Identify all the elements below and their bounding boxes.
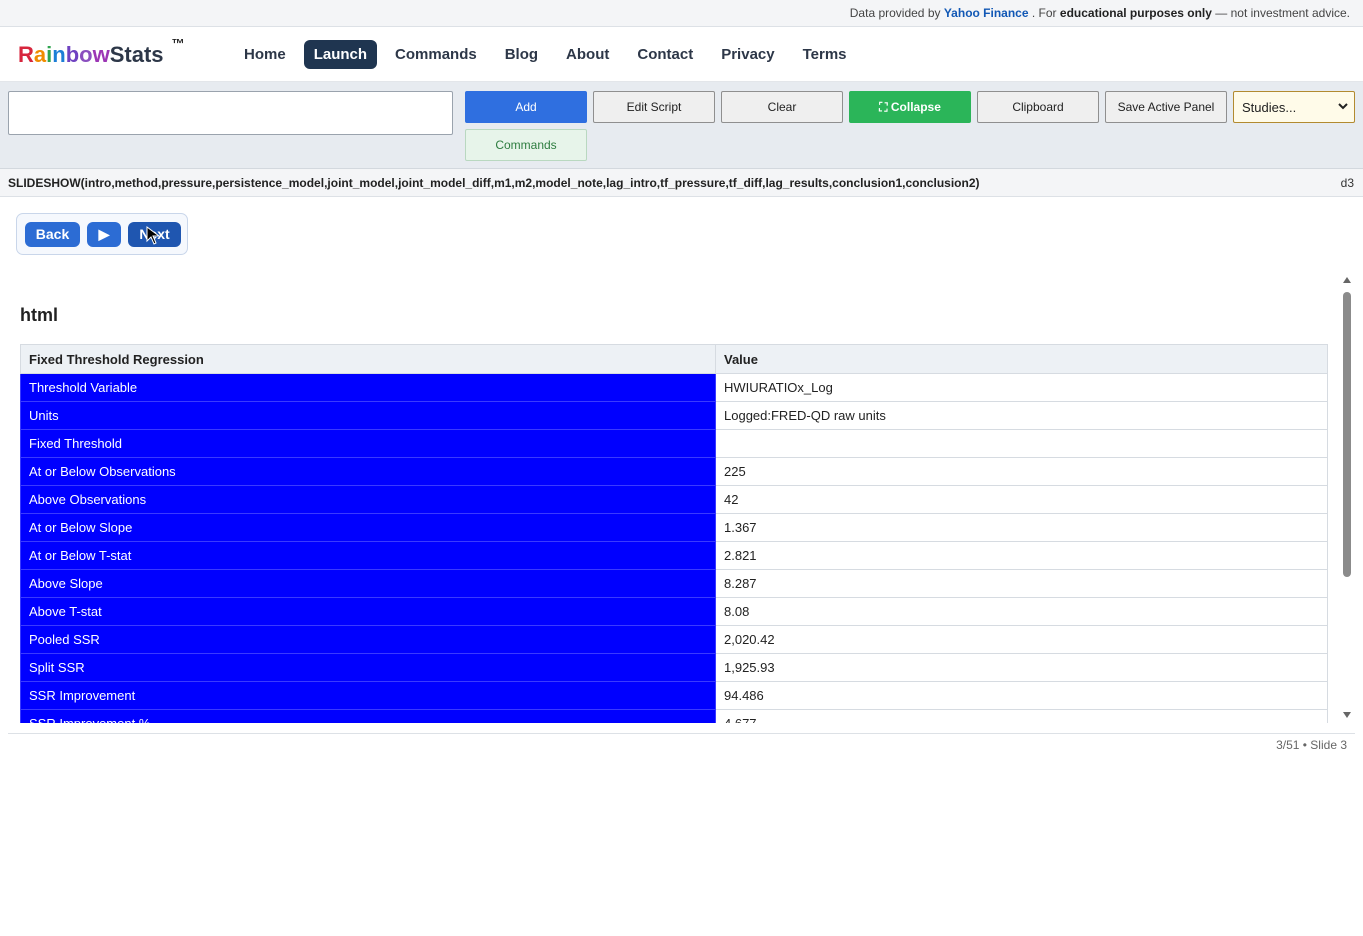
script-input[interactable] bbox=[8, 91, 453, 135]
commands-button[interactable]: Commands bbox=[465, 129, 587, 161]
table-row: At or Below Observations 225 bbox=[20, 457, 1328, 486]
nav-item-blog[interactable]: Blog bbox=[495, 40, 548, 69]
scroll-up-arrow-icon[interactable] bbox=[1343, 277, 1351, 283]
scroll-down-arrow-icon[interactable] bbox=[1343, 712, 1351, 718]
brand-letter: R bbox=[18, 42, 34, 67]
scrollbar-thumb[interactable] bbox=[1343, 292, 1351, 577]
clear-button[interactable]: Clear bbox=[721, 91, 843, 123]
table-row: Above Observations 42 bbox=[20, 485, 1328, 514]
table-row: SSR Improvement %4.677 bbox=[20, 709, 1328, 723]
table-body: Threshold Variable HWIURATIOx_Log Units Log… bbox=[20, 373, 1328, 723]
column-header: Fixed Threshold Regression bbox=[20, 344, 716, 374]
panel-divider bbox=[8, 733, 1355, 734]
brand-rest: Stats bbox=[109, 42, 164, 67]
collapse-button[interactable]: ⛶ Collapse bbox=[849, 91, 971, 123]
table-row: Fixed Threshold bbox=[20, 429, 1328, 458]
metric-name-cell: At or Below Slope bbox=[20, 513, 716, 542]
panel-title: html bbox=[20, 305, 58, 325]
metric-name-cell: Fixed Threshold bbox=[20, 429, 716, 458]
save-active-panel-button[interactable]: Save Active Panel bbox=[1105, 91, 1227, 123]
disclaimer-emphasis: educational purposes only bbox=[1059, 6, 1212, 20]
metric-name-cell: At or Below T-stat bbox=[20, 541, 716, 570]
back-button[interactable]: Back bbox=[25, 221, 80, 247]
metric-value-cell: 1.367 bbox=[715, 513, 1328, 542]
brand-letter: n bbox=[52, 42, 66, 67]
metric-value-cell: 8.287 bbox=[715, 569, 1328, 598]
chevron-down-icon bbox=[1338, 102, 1348, 113]
nav-item-privacy[interactable]: Privacy bbox=[711, 40, 784, 69]
clipboard-button[interactable]: Clipboard bbox=[977, 91, 1099, 123]
table-header-row: Fixed Threshold Regression Value bbox=[20, 344, 1328, 374]
metric-name-cell: Split SSR bbox=[20, 653, 716, 682]
brand-letter: o bbox=[79, 42, 93, 67]
metric-value-cell bbox=[715, 429, 1328, 458]
command-line-display: SLIDESHOW(intro,method,pressure,persiste… bbox=[0, 169, 1363, 197]
nav-item-launch[interactable]: Launch bbox=[303, 39, 378, 69]
render-tag: d3 bbox=[1340, 175, 1354, 190]
table-row: At or Below T-stat 2.821 bbox=[20, 541, 1328, 570]
nav-item-terms[interactable]: Terms bbox=[793, 40, 857, 69]
metric-value-cell: 2,020.42 bbox=[715, 625, 1328, 654]
metric-value-cell: 4.677 bbox=[715, 709, 1328, 723]
studies-select[interactable]: Studies... bbox=[1233, 91, 1355, 123]
metric-name-cell: SSR Improvement % bbox=[20, 709, 716, 723]
column-header: Value bbox=[715, 344, 1328, 374]
disclaimer-suffix: — not investment advice. bbox=[1215, 6, 1350, 20]
main-navbar: Rainbow Stats ™ Home Launch Commands Blog Abou… bbox=[0, 27, 1363, 82]
metric-value-cell: 94.486 bbox=[715, 681, 1328, 710]
metric-value-cell: 8.08 bbox=[715, 597, 1328, 626]
brand-letter: a bbox=[33, 42, 47, 67]
nav-item-about[interactable]: About bbox=[556, 40, 619, 69]
metric-name-cell: Threshold Variable bbox=[20, 373, 716, 402]
metric-value-cell: 225 bbox=[715, 457, 1328, 486]
threshold-regression-table: Fixed Threshold Regression Value Thresho… bbox=[20, 344, 1328, 723]
metric-value-cell: 42 bbox=[715, 485, 1328, 514]
metric-name-cell: At or Below Observations bbox=[20, 457, 716, 486]
table-row: At or Below Slope 1.367 bbox=[20, 513, 1328, 542]
play-button[interactable]: ▶ bbox=[87, 221, 121, 247]
slideshow-controls: Back ▶ Next bbox=[16, 213, 188, 255]
command-toolbar: Add Edit Script Clear ⛶ Collapse Clipboa… bbox=[0, 82, 1363, 169]
nav-menu: Home Launch Commands Blog About Contact Privac… bbox=[234, 39, 865, 69]
provider-prefix: Data provided by bbox=[849, 6, 941, 20]
metric-value-cell: 1,925.93 bbox=[715, 653, 1328, 682]
metric-name-cell: SSR Improvement bbox=[20, 681, 716, 710]
metric-name-cell: Above Observations bbox=[20, 485, 716, 514]
metric-value-cell: HWIURATIOx_Log bbox=[715, 373, 1328, 402]
metric-value-cell: Logged:FRED-QD raw units bbox=[715, 401, 1328, 430]
data-provider-bar: Data provided by Yahoo Finance . For edu… bbox=[0, 0, 1363, 27]
metric-name-cell: Above Slope bbox=[20, 569, 716, 598]
nav-item-commands[interactable]: Commands bbox=[385, 40, 487, 69]
nav-item-home[interactable]: Home bbox=[234, 40, 296, 69]
panel-scrollbar[interactable] bbox=[1339, 275, 1355, 723]
brand-letter: b bbox=[65, 42, 80, 67]
command-text: SLIDESHOW(intro,method,pressure,persiste… bbox=[8, 175, 980, 190]
table-row: Split SSR 1,925.93 bbox=[20, 653, 1328, 682]
edit-script-button[interactable]: Edit Script bbox=[593, 91, 715, 123]
studies-select-value: Studies... bbox=[1242, 99, 1297, 115]
metric-name-cell: Pooled SSR bbox=[20, 625, 716, 654]
table-row: Units Logged:FRED-QD raw units bbox=[20, 401, 1328, 430]
table-row: Pooled SSR 2,020.42 bbox=[20, 625, 1328, 654]
table-row: Above T-stat 8.08 bbox=[20, 597, 1328, 626]
yahoo-finance-link[interactable]: Yahoo Finance bbox=[944, 6, 1029, 20]
metric-name-cell: Units bbox=[20, 401, 716, 430]
nav-item-contact[interactable]: Contact bbox=[627, 40, 703, 69]
provider-middle: . For bbox=[1031, 6, 1057, 20]
add-button[interactable]: Add bbox=[465, 91, 587, 123]
mouse-cursor-icon bbox=[146, 226, 162, 246]
trademark-symbol: ™ bbox=[171, 36, 185, 51]
metric-name-cell: Above T-stat bbox=[20, 597, 716, 626]
brand-rainbow-letters: Rainbow bbox=[18, 42, 110, 68]
brand-logo[interactable]: Rainbow Stats ™ bbox=[18, 36, 234, 68]
table-row: Above Slope 8.287 bbox=[20, 569, 1328, 598]
table-row: Threshold Variable HWIURATIOx_Log bbox=[20, 373, 1328, 402]
slide-status: 3/51 • Slide 3 bbox=[1276, 738, 1347, 752]
metric-value-cell: 2.821 bbox=[715, 541, 1328, 570]
table-row: SSR Improvement 94.486 bbox=[20, 681, 1328, 710]
active-panel: html Fixed Threshold Regression Value Th… bbox=[8, 275, 1355, 723]
brand-letter: w bbox=[92, 42, 110, 67]
